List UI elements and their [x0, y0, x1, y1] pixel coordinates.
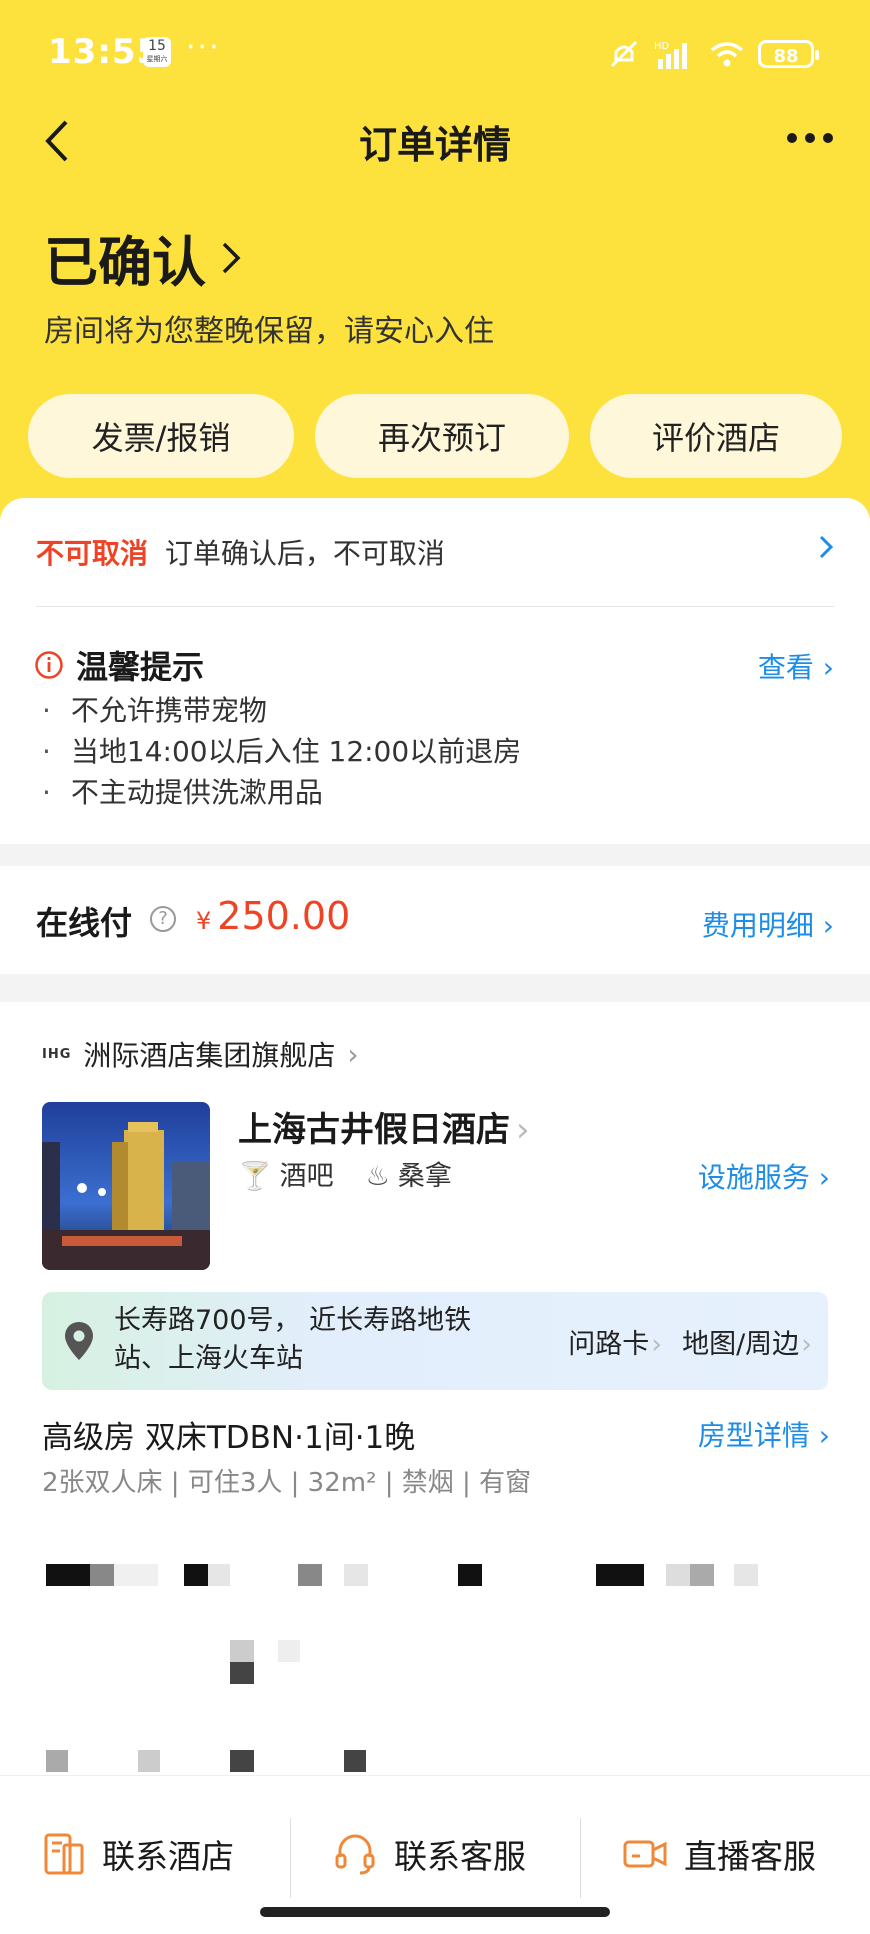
price-amount: 250.00 — [217, 894, 351, 938]
room-details-link[interactable]: 房型详情 › — [698, 1414, 830, 1454]
status-subtitle: 房间将为您整晚保留，请安心入住 — [44, 314, 494, 349]
amenity-sauna: ♨ 桑拿 — [366, 1154, 452, 1193]
view-tips-link[interactable]: 查看 › — [758, 646, 834, 686]
order-content: 不可取消 订单确认后，不可取消 温馨提示 查看 › 不允许携带宠物 当地14:0… — [0, 498, 870, 1933]
hotel-photo[interactable] — [42, 1102, 210, 1270]
contact-hotel-label: 联系酒店 — [102, 1837, 234, 1876]
amenity-label: 酒吧 — [279, 1161, 334, 1192]
brand-store-name: 洲际酒店集团旗舰店 — [83, 1039, 336, 1072]
wifi-icon — [710, 42, 744, 67]
address-actions: 问路卡› 地图/周边› — [568, 1322, 812, 1361]
more-notifications-icon: ··· — [186, 30, 221, 65]
brand-store-link[interactable]: IHG 洲际酒店集团旗舰店 › — [42, 1034, 359, 1074]
chevron-right-icon: › — [822, 651, 834, 684]
hotel-name-link[interactable]: 上海古井假日酒店 › — [238, 1102, 530, 1151]
sauna-icon: ♨ — [365, 1161, 390, 1192]
facility-services-label: 设施服务 — [697, 1161, 810, 1194]
nav-bar: 订单详情 — [0, 100, 870, 180]
invoice-button[interactable]: 发票/报销 — [28, 394, 294, 478]
cocktail-icon: 🍸 — [238, 1161, 272, 1192]
contact-service-label: 联系客服 — [394, 1837, 526, 1876]
chevron-right-icon: › — [818, 1161, 830, 1194]
hotel-phone-icon — [44, 1833, 84, 1875]
cancel-text: 订单确认后，不可取消 — [164, 537, 445, 570]
list-item: 不允许携带宠物 — [42, 690, 521, 731]
more-dots-icon — [787, 133, 833, 143]
review-hotel-button[interactable]: 评价酒店 — [590, 394, 842, 478]
order-status-label: 已确认 — [44, 231, 206, 294]
cancel-policy-row[interactable]: 不可取消 订单确认后，不可取消 — [36, 532, 834, 572]
home-indicator[interactable] — [260, 1907, 610, 1917]
chevron-right-icon: › — [651, 1329, 663, 1360]
hotel-name: 上海古井假日酒店 — [238, 1110, 510, 1150]
divider — [580, 1818, 581, 1898]
redacted-guest-info — [0, 1510, 870, 1800]
amenities: 🍸 酒吧 ♨ 桑拿 — [238, 1154, 452, 1193]
headset-icon — [335, 1834, 375, 1875]
policy-card: 不可取消 订单确认后，不可取消 温馨提示 查看 › 不允许携带宠物 当地14:0… — [0, 498, 870, 844]
list-item: 不主动提供洗漱用品 — [42, 772, 521, 813]
divider — [36, 606, 834, 607]
help-icon[interactable]: ? — [150, 906, 176, 932]
room-title: 高级房 双床TDBN·1间·1晚 — [42, 1420, 416, 1456]
map-nearby-label: 地图/周边 — [682, 1329, 800, 1360]
room-details-label: 房型详情 — [697, 1419, 810, 1452]
chevron-right-icon — [819, 535, 834, 559]
tips-title: 温馨提示 — [76, 648, 205, 686]
calendar-day: 15 — [148, 38, 166, 54]
video-camera-icon — [623, 1840, 667, 1868]
address-box[interactable]: 长寿路700号， 近长寿路地铁站、上海火车站 问路卡› 地图/周边› — [42, 1292, 828, 1390]
svg-text:HD: HD — [654, 41, 670, 52]
amenity-label: 桑拿 — [397, 1161, 452, 1192]
direction-card-button[interactable]: 问路卡› — [568, 1322, 662, 1361]
direction-card-label: 问路卡 — [568, 1329, 650, 1360]
status-icons: HD 88 — [608, 36, 819, 72]
currency: ¥ — [196, 907, 212, 935]
chevron-right-icon: › — [822, 909, 834, 942]
status-bar: 13:55 15 星期六 ··· HD 88 — [0, 0, 870, 100]
view-tips-label: 查看 — [757, 651, 814, 684]
contact-service-button[interactable]: 联系客服 — [332, 1824, 526, 1884]
fee-details-label: 费用明细 — [701, 909, 814, 942]
action-buttons: 发票/报销 再次预订 评价酒店 — [28, 394, 842, 478]
mute-icon — [610, 40, 638, 68]
rebook-button[interactable]: 再次预订 — [315, 394, 569, 478]
hotel-address: 长寿路700号， 近长寿路地铁站、上海火车站 — [114, 1305, 472, 1374]
payment-card: 在线付 ? ¥250.00 费用明细 › — [0, 866, 870, 974]
tips-header: 温馨提示 — [34, 642, 204, 688]
contact-hotel-button[interactable]: 联系酒店 — [42, 1824, 234, 1884]
calendar-sub: 星期六 — [146, 55, 168, 63]
map-nearby-button[interactable]: 地图/周边› — [682, 1322, 812, 1361]
live-service-button[interactable]: 直播客服 — [622, 1824, 816, 1884]
tips-list: 不允许携带宠物 当地14:00以后入住 12:00以前退房 不主动提供洗漱用品 — [42, 690, 521, 813]
amenity-bar: 🍸 酒吧 — [238, 1154, 334, 1193]
location-pin-icon — [65, 1322, 93, 1360]
divider — [290, 1818, 291, 1898]
facility-services-link[interactable]: 设施服务 › — [698, 1156, 830, 1196]
chevron-right-icon — [222, 242, 241, 273]
chevron-right-icon: › — [818, 1419, 830, 1452]
info-icon — [35, 651, 63, 679]
cancel-tag: 不可取消 — [36, 537, 149, 570]
payment-label: 在线付 — [36, 904, 133, 942]
more-button[interactable] — [780, 118, 840, 158]
price: ¥250.00 — [196, 894, 350, 938]
signal-icon: HD — [654, 41, 687, 69]
list-item: 当地14:00以后入住 12:00以前退房 — [42, 731, 521, 772]
room-meta: 2张双人床 | 可住3人 | 32m² | 禁烟 | 有窗 — [42, 1468, 532, 1498]
hotel-image — [42, 1102, 210, 1270]
ihg-logo: IHG — [42, 1046, 72, 1062]
calendar-icon: 15 星期六 — [143, 37, 171, 67]
chevron-right-icon: › — [347, 1037, 359, 1071]
live-service-label: 直播客服 — [684, 1837, 816, 1876]
chevron-right-icon: › — [516, 1110, 530, 1150]
chevron-right-icon: › — [801, 1329, 812, 1360]
order-status[interactable]: 已确认 — [44, 218, 242, 297]
battery-icon: 88 — [758, 40, 819, 68]
page-title: 订单详情 — [358, 123, 511, 167]
fee-details-link[interactable]: 费用明细 › — [702, 904, 834, 944]
